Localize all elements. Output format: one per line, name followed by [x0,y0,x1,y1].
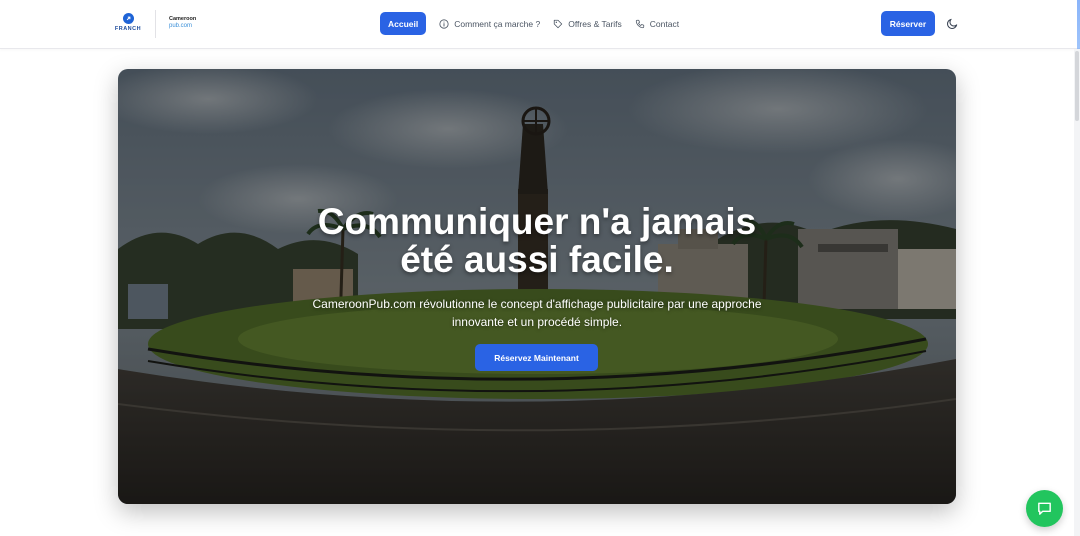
cameroonpub-logo-line2: pub.com [169,23,193,29]
moon-icon[interactable] [946,17,959,30]
tag-icon [554,19,563,28]
chat-icon [1038,502,1051,515]
hero-title-line2: été aussi facile. [400,239,674,280]
hero-subtitle-line1: CameroonPub.com révolutionne le concept … [312,297,762,311]
nav-how-it-works-label: Comment ça marche ? [454,18,541,29]
cameroonpub-logo-line1: Cameroon [169,16,197,22]
scrollbar-thumb[interactable] [1075,51,1079,121]
nav-offers[interactable]: Offres & Tarifs [553,19,622,29]
franch-logo[interactable]: FRANCH [112,13,144,35]
main-nav: Accueil Comment ça marche ? Offres & Tar… [380,12,679,35]
hero-title: Communiquer n'a jamais été aussi facile. [118,203,956,279]
hero-subtitle-line2: innovante et un procédé simple. [451,315,623,329]
nav-contact-label: Contact [649,18,680,29]
franch-logo-icon [122,13,134,24]
page-scrollbar[interactable] [1074,49,1080,536]
nav-home[interactable]: Accueil [380,12,427,35]
reserve-now-button[interactable]: Réservez Maintenant [475,344,598,371]
hero-banner: Communiquer n'a jamais été aussi facile.… [118,69,956,504]
franch-logo-text: FRANCH [114,26,142,32]
hero-subtitle: CameroonPub.com révolutionne le concept … [288,295,786,331]
chat-button[interactable] [1026,490,1063,527]
phone-icon [635,19,644,28]
cameroonpub-logo[interactable]: Cameroon pub.com [169,16,196,30]
hero-title-line1: Communiquer n'a jamais [317,201,757,242]
logo-divider [155,10,156,38]
hero-background-image [118,69,956,504]
nav-offers-label: Offres & Tarifs [568,18,622,29]
info-icon [439,18,449,29]
nav-how-it-works[interactable]: Comment ça marche ? [439,19,540,29]
nav-contact[interactable]: Contact [635,19,679,29]
site-header: FRANCH Cameroon pub.com Accueil Comment … [0,0,1080,49]
reserve-button[interactable]: Réserver [881,11,935,36]
